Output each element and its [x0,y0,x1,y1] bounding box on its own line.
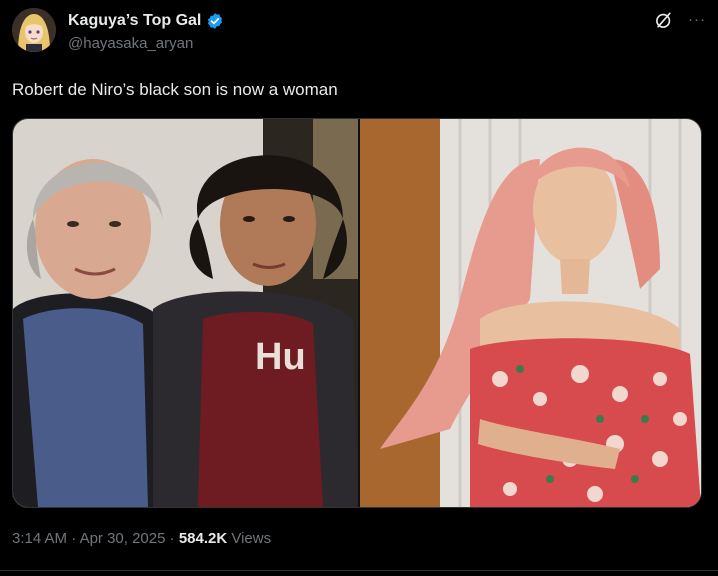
display-name[interactable]: Kaguya’s Top Gal [68,12,201,30]
top-actions: ··· [654,10,706,30]
divider [0,570,718,571]
author-avatar[interactable] [12,8,56,52]
photo-right-icon [360,119,701,507]
photo-left-icon: Hu [13,119,358,507]
author-handle[interactable]: @hayasaka_aryan [68,35,224,52]
anime-avatar-icon [12,8,56,52]
photo-right[interactable] [360,119,701,507]
shirt-text: Hu [255,336,306,378]
meta-separator: · [67,530,80,547]
media-grid: Hu [12,118,702,508]
views-label: Views [227,530,272,547]
more-icon[interactable]: ··· [688,10,706,30]
author-info: Kaguya’s Top Gal @hayasaka_aryan [68,10,224,52]
verified-badge-icon[interactable] [206,12,224,30]
photo-left[interactable]: Hu [13,119,358,507]
meta-separator: · [165,530,179,547]
post-time[interactable]: 3:14 AM [12,530,67,547]
views-count: 584.2K [178,530,228,547]
name-row: Kaguya’s Top Gal [68,10,224,32]
grok-icon[interactable] [654,10,674,30]
post: Kaguya’s Top Gal @hayasaka_aryan ··· Rob… [0,0,718,576]
post-text: Robert de Niro’s black son is now a woma… [12,80,338,99]
post-date[interactable]: Apr 30, 2025 [80,530,166,547]
post-meta: 3:14 AM · Apr 30, 2025 · 584.2K Views [12,530,271,547]
